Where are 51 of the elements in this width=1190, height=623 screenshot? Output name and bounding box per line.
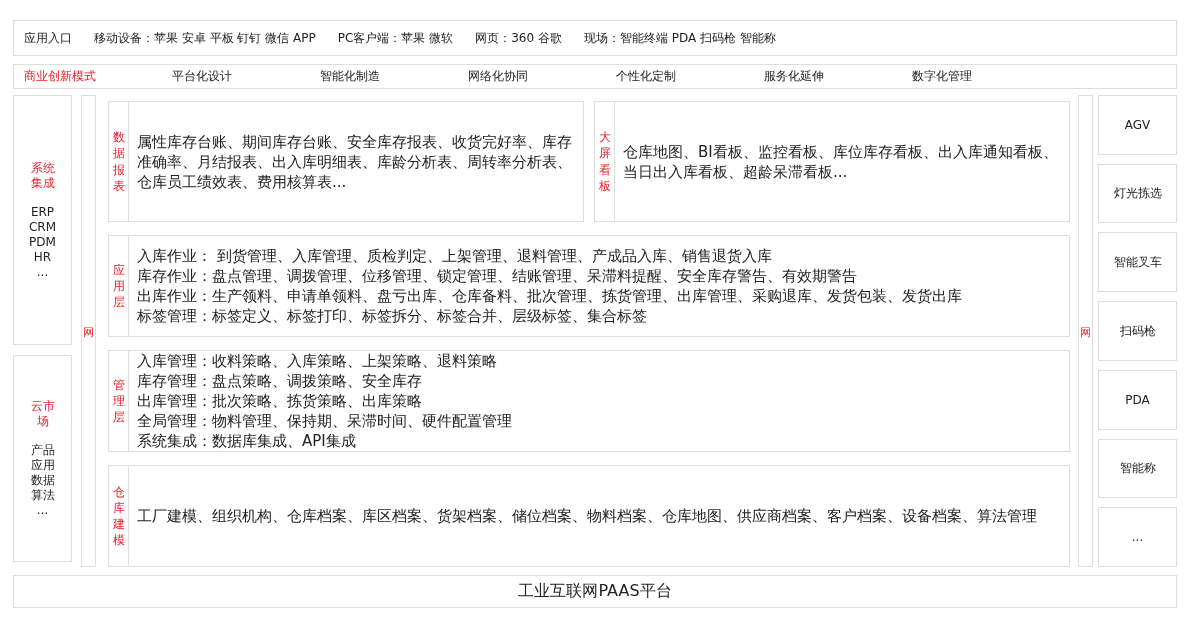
network-label: 网 xyxy=(1080,325,1091,340)
panel-item: ... xyxy=(36,264,49,280)
layer-label-text: 仓库建模 xyxy=(112,483,125,549)
entry-group: 移动设备：苹果 安卓 平板 钉钉 微信 APP xyxy=(94,29,316,47)
panel-title: 云市场 xyxy=(29,399,56,429)
panel-item: PDM xyxy=(29,234,56,250)
layer-line: 库存作业：盘点管理、调拨管理、位移管理、锁定管理、结账管理、呆滞料提醒、安全库存警告、有效期警告 xyxy=(137,266,858,286)
device-box: 扫码枪 xyxy=(1098,301,1177,361)
nav-item[interactable]: 智能化制造 xyxy=(320,68,468,85)
module-text: 仓库地图、BI看板、监控看板、库位库存看板、出入库通知看板、当日出入库看板、超龄呆滞看板... xyxy=(623,141,1059,182)
panel-title: 系统集成 xyxy=(29,160,56,191)
nav-item[interactable]: 个性化定制 xyxy=(616,68,764,85)
device-box: 灯光拣选 xyxy=(1098,163,1177,224)
panel-item: 应用 xyxy=(30,458,55,473)
layer-line: 标签管理：标签定义、标签打印、标签拆分、标签合并、层级标签、集合标签 xyxy=(137,306,648,326)
layer-line: 系统集成：数据库集成、API集成 xyxy=(137,431,357,451)
entry-group: 现场：智能终端 PDA 扫码枪 智能称 xyxy=(583,29,776,47)
nav-item[interactable]: 服务化延伸 xyxy=(764,68,912,85)
nav-item[interactable]: 商业创新模式 xyxy=(24,68,172,85)
panel-item: 数据 xyxy=(30,473,55,488)
device-box: AGV xyxy=(1098,95,1177,155)
device-box: PDA xyxy=(1098,369,1177,430)
layer-label-text: 管理层 xyxy=(112,376,125,426)
nav-item[interactable]: 平台化设计 xyxy=(172,68,320,85)
entry-group: PC客户端：苹果 微软 xyxy=(337,29,454,47)
layer-line: 库存管理：盘点策略、调拨策略、安全库存 xyxy=(137,371,423,391)
module-label-text: 大屏看板 xyxy=(598,129,611,194)
layer-line: 出库管理：批次策略、拣货策略、出库策略 xyxy=(137,391,423,411)
layer-label-text: 应用层 xyxy=(112,261,125,311)
entry-group: 网页：360 谷歌 xyxy=(475,29,562,47)
platform-bar: 工业互联网PAAS平台 xyxy=(13,575,1177,608)
layer-line: 工厂建模、组织机构、仓库档案、库区档案、货架档案、储位档案、物料档案、仓库地图、供应商档案、客户档案、设备档案、算法管理 xyxy=(137,506,1038,526)
panel-item: ... xyxy=(36,503,49,518)
layer-line: 入库管理：收料策略、入库策略、上架策略、退料策略 xyxy=(137,351,498,371)
nav-item[interactable]: 数字化管理 xyxy=(912,68,1060,85)
nav-item[interactable]: 网络化协同 xyxy=(468,68,616,85)
panel-item: HR xyxy=(33,249,52,265)
network-label: 网 xyxy=(83,325,94,340)
device-box: 智能叉车 xyxy=(1098,232,1177,293)
layer-line: 出库作业：生产领料、申请单领料、盘亏出库、仓库备料、批次管理、拣货管理、出库管理、采购退库、发货包装、发货出库 xyxy=(137,286,963,306)
panel-item: 算法 xyxy=(30,488,55,503)
panel-item: CRM xyxy=(28,219,57,235)
module-text: 属性库存台账、期间库存台账、安全库存报表、收货完好率、库存准确率、月结报表、出入库明细表、库龄分析表、周转率分析表、仓库员工绩效表、费用核算表... xyxy=(137,131,573,192)
layer-line: 全局管理：物料管理、保持期、呆滞时间、硬件配置管理 xyxy=(137,411,513,431)
device-box: 智能称 xyxy=(1098,438,1177,499)
device-box: ... xyxy=(1098,507,1177,568)
panel-item: ERP xyxy=(30,204,55,220)
layer-line: 入库作业： 到货管理、入库管理、质检判定、上架管理、退料管理、产成品入库、销售退货入库 xyxy=(137,246,773,266)
entry-title: 应用入口 xyxy=(24,29,72,47)
module-label-text: 数据报表 xyxy=(112,129,125,194)
panel-item: 产品 xyxy=(30,443,55,458)
